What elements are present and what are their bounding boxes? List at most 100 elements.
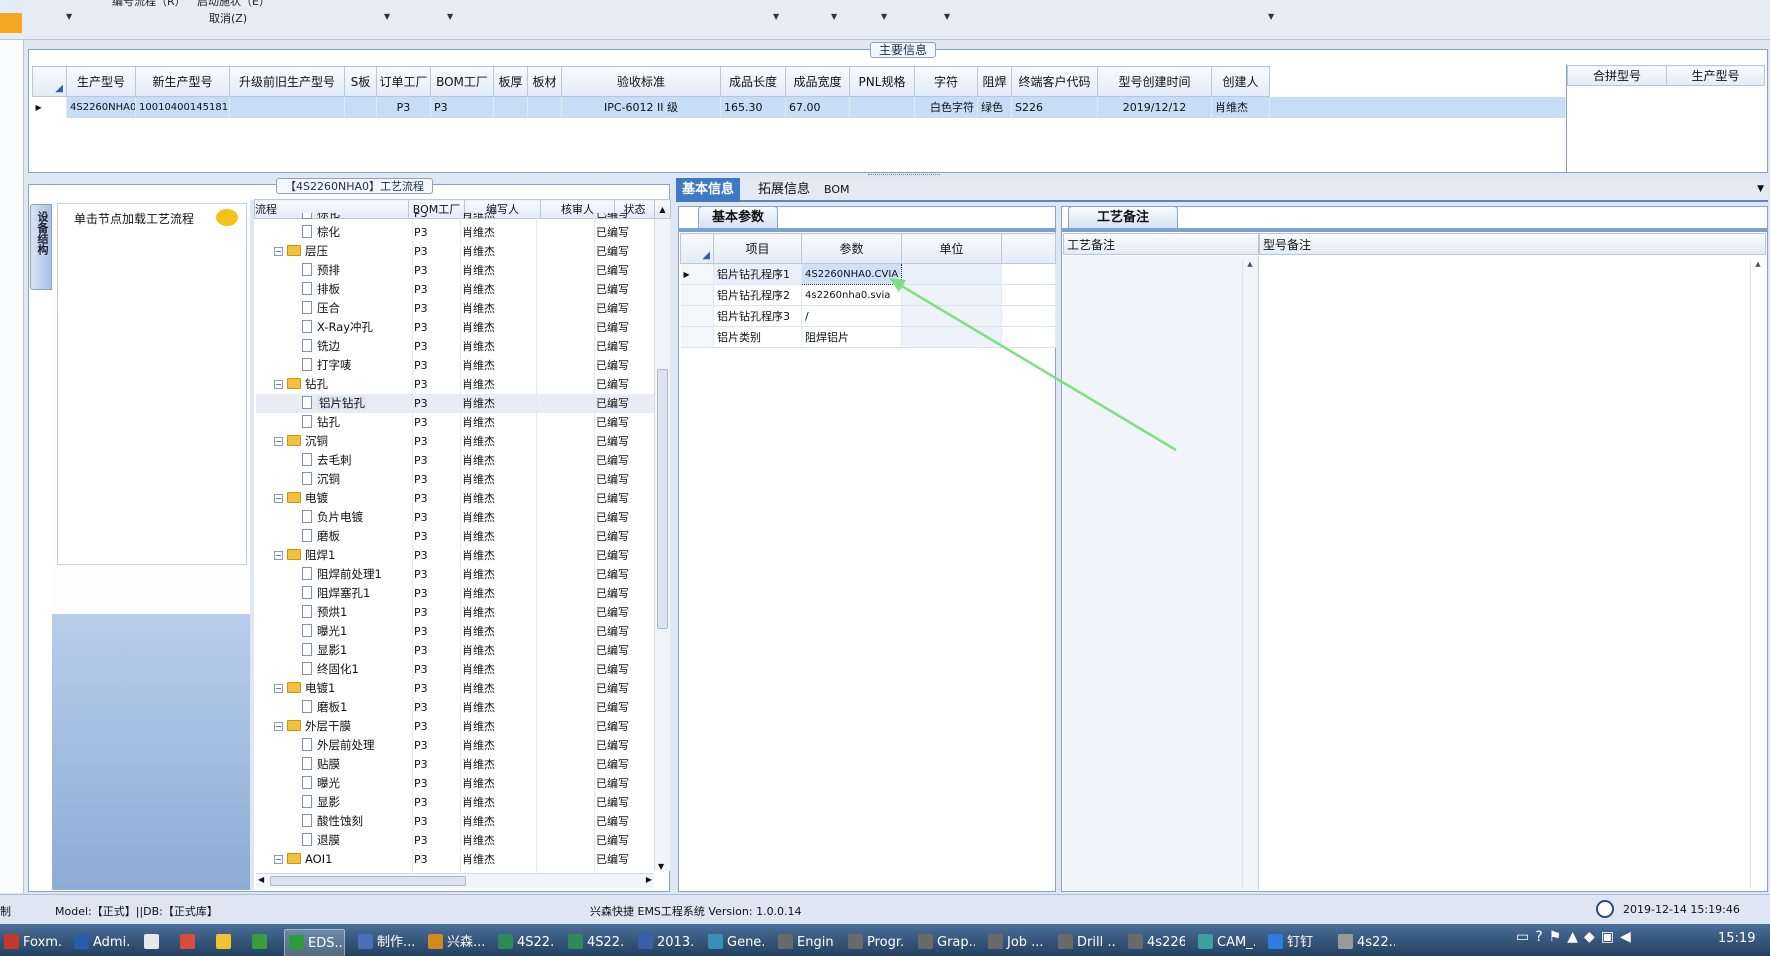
taskbar-item[interactable]: Gene...: [704, 929, 765, 956]
cell[interactable]: P3: [430, 96, 494, 118]
cell[interactable]: P3: [376, 96, 431, 118]
tab-menu-arrow-icon[interactable]: ▼: [1757, 184, 1764, 194]
dropdown-arrow-icon[interactable]: ▼: [66, 12, 72, 21]
dropdown-arrow-icon[interactable]: ▼: [1268, 12, 1274, 21]
splitter-left[interactable]: [250, 200, 254, 890]
param-item[interactable]: 铝片钻孔程序2: [713, 284, 802, 306]
taskbar-item[interactable]: [176, 929, 205, 956]
collapse-toggle-icon[interactable]: −: [274, 684, 283, 693]
tree-vscroll[interactable]: ▼: [654, 219, 670, 871]
cell[interactable]: 165.30: [720, 96, 786, 118]
col-header[interactable]: 验收标准: [561, 66, 721, 97]
cell[interactable]: 10010400145181: [135, 96, 230, 118]
col-header[interactable]: 终端客户代码: [1011, 66, 1098, 97]
cell[interactable]: 67.00: [785, 96, 850, 118]
menu-partial-2[interactable]: 启动施状（E）: [197, 0, 270, 9]
col-header[interactable]: 型号创建时间: [1097, 66, 1212, 97]
cell[interactable]: [229, 96, 345, 118]
taskbar-item[interactable]: [248, 929, 277, 956]
tab-bom[interactable]: BOM: [818, 178, 856, 202]
collapse-toggle-icon[interactable]: −: [274, 247, 283, 256]
taskbar-item[interactable]: 制作...: [354, 929, 415, 956]
taskbar-item[interactable]: 4S22...: [494, 929, 555, 956]
col-header[interactable]: 成品宽度: [785, 66, 850, 97]
col-header[interactable]: PNL规格: [849, 66, 915, 97]
col-header[interactable]: 板厚: [493, 66, 528, 97]
col-header[interactable]: 生产型号: [66, 66, 136, 97]
cell[interactable]: [344, 96, 377, 118]
taskbar-item[interactable]: 4S22...: [564, 929, 625, 956]
collapse-toggle-icon[interactable]: −: [274, 380, 283, 389]
col-header[interactable]: S板: [344, 66, 377, 97]
tree-node[interactable]: − AOI1: [274, 850, 414, 869]
table-row[interactable]: ▶ 4S2260NHA0 10010400145181 P3 P3 IPC-60…: [32, 96, 1566, 118]
taskbar-item[interactable]: 兴森...: [424, 929, 485, 956]
taskbar-item[interactable]: Grap...: [914, 929, 975, 956]
col-header[interactable]: BOM工厂: [430, 66, 494, 97]
col-header[interactable]: 合拼型号: [1567, 65, 1667, 86]
tree-hscroll-thumb[interactable]: [270, 876, 466, 886]
collapse-toggle-icon[interactable]: −: [274, 551, 283, 560]
taskbar-item[interactable]: 2013...: [634, 929, 695, 956]
cell[interactable]: [849, 96, 915, 118]
menu-cancel[interactable]: 取消(Z): [209, 10, 247, 26]
taskbar-item[interactable]: [212, 929, 241, 956]
menu-partial-1[interactable]: 编号流程（R）: [112, 0, 186, 9]
cell[interactable]: [527, 96, 562, 118]
taskbar-item[interactable]: CAM_...: [1194, 929, 1255, 956]
taskbar-item[interactable]: Engin...: [774, 929, 835, 956]
taskbar-item[interactable]: 4s22...: [1334, 929, 1395, 956]
col-header[interactable]: 板材: [527, 66, 562, 97]
taskbar-item[interactable]: Foxm...: [0, 929, 61, 956]
tree-vscroll-thumb[interactable]: [657, 369, 668, 629]
tree-node[interactable]: − 阻焊1: [274, 546, 414, 565]
tray-help-icon[interactable]: ?: [1535, 929, 1548, 945]
tray-keyboard-icon[interactable]: ▭: [1516, 929, 1535, 945]
dropdown-arrow-icon[interactable]: ▼: [447, 12, 453, 21]
col-header[interactable]: 字符: [914, 66, 978, 97]
taskbar-item[interactable]: [140, 929, 169, 956]
dropdown-arrow-icon[interactable]: ▼: [831, 12, 837, 21]
param-item[interactable]: 铝片类别: [713, 326, 802, 348]
collapse-toggle-icon[interactable]: −: [274, 855, 283, 864]
dropdown-arrow-icon[interactable]: ▼: [384, 12, 390, 21]
col-header[interactable]: 订单工厂: [376, 66, 431, 97]
param-item[interactable]: 铝片钻孔程序1: [713, 263, 802, 285]
cell[interactable]: 2019/12/12: [1097, 96, 1212, 118]
side-tab[interactable]: 设备结构: [30, 204, 52, 290]
cell[interactable]: 肖维杰: [1211, 96, 1270, 118]
tray-shield-icon[interactable]: ◆: [1584, 929, 1601, 945]
scroll-down-icon[interactable]: ▼: [658, 862, 664, 871]
cell[interactable]: IPC-6012 II 级: [561, 96, 721, 118]
param-item[interactable]: 铝片钻孔程序3: [713, 305, 802, 327]
notes-scrollbar[interactable]: ▲: [1242, 260, 1257, 888]
col-header[interactable]: 创建人: [1211, 66, 1270, 97]
tab-basic-info[interactable]: 基本信息: [676, 178, 741, 202]
cell[interactable]: 4S2260NHA0: [66, 96, 136, 118]
tree-node[interactable]: − 钻孔: [274, 375, 414, 394]
taskbar-item[interactable]: 钉钉: [1264, 929, 1325, 956]
taskbar-item[interactable]: Job ...: [984, 929, 1045, 956]
taskbar-item[interactable]: Progr...: [844, 929, 905, 956]
collapse-toggle-icon[interactable]: −: [274, 722, 283, 731]
tree-node[interactable]: − 电镀1: [274, 679, 414, 698]
scroll-right-icon[interactable]: ▶: [646, 875, 652, 884]
taskbar-item[interactable]: Drill ...: [1054, 929, 1115, 956]
tray-network-icon[interactable]: ▣: [1601, 929, 1620, 945]
dropdown-arrow-icon[interactable]: ▼: [773, 12, 779, 21]
col-header[interactable]: 成品长度: [720, 66, 786, 97]
remarks-scrollbar[interactable]: ▲: [1750, 260, 1765, 888]
scroll-up-icon[interactable]: ▲: [654, 199, 671, 219]
col-header[interactable]: 参数: [801, 233, 902, 264]
collapse-toggle-icon[interactable]: −: [274, 494, 283, 503]
col-header[interactable]: 升级前旧生产型号: [229, 66, 345, 97]
col-header[interactable]: 生产型号: [1666, 65, 1765, 86]
tree-node[interactable]: − 沉铜: [274, 432, 414, 451]
tree-node[interactable]: − 电镀: [274, 489, 414, 508]
load-hint-box[interactable]: 单击节点加载工艺流程: [57, 203, 247, 565]
dropdown-arrow-icon[interactable]: ▼: [881, 12, 887, 21]
tree-node[interactable]: − 外层干膜: [274, 717, 414, 736]
taskbar-item[interactable]: 4s226...: [1124, 929, 1185, 956]
model-notes-textarea[interactable]: [1261, 256, 1766, 890]
col-header[interactable]: 项目: [713, 233, 802, 264]
